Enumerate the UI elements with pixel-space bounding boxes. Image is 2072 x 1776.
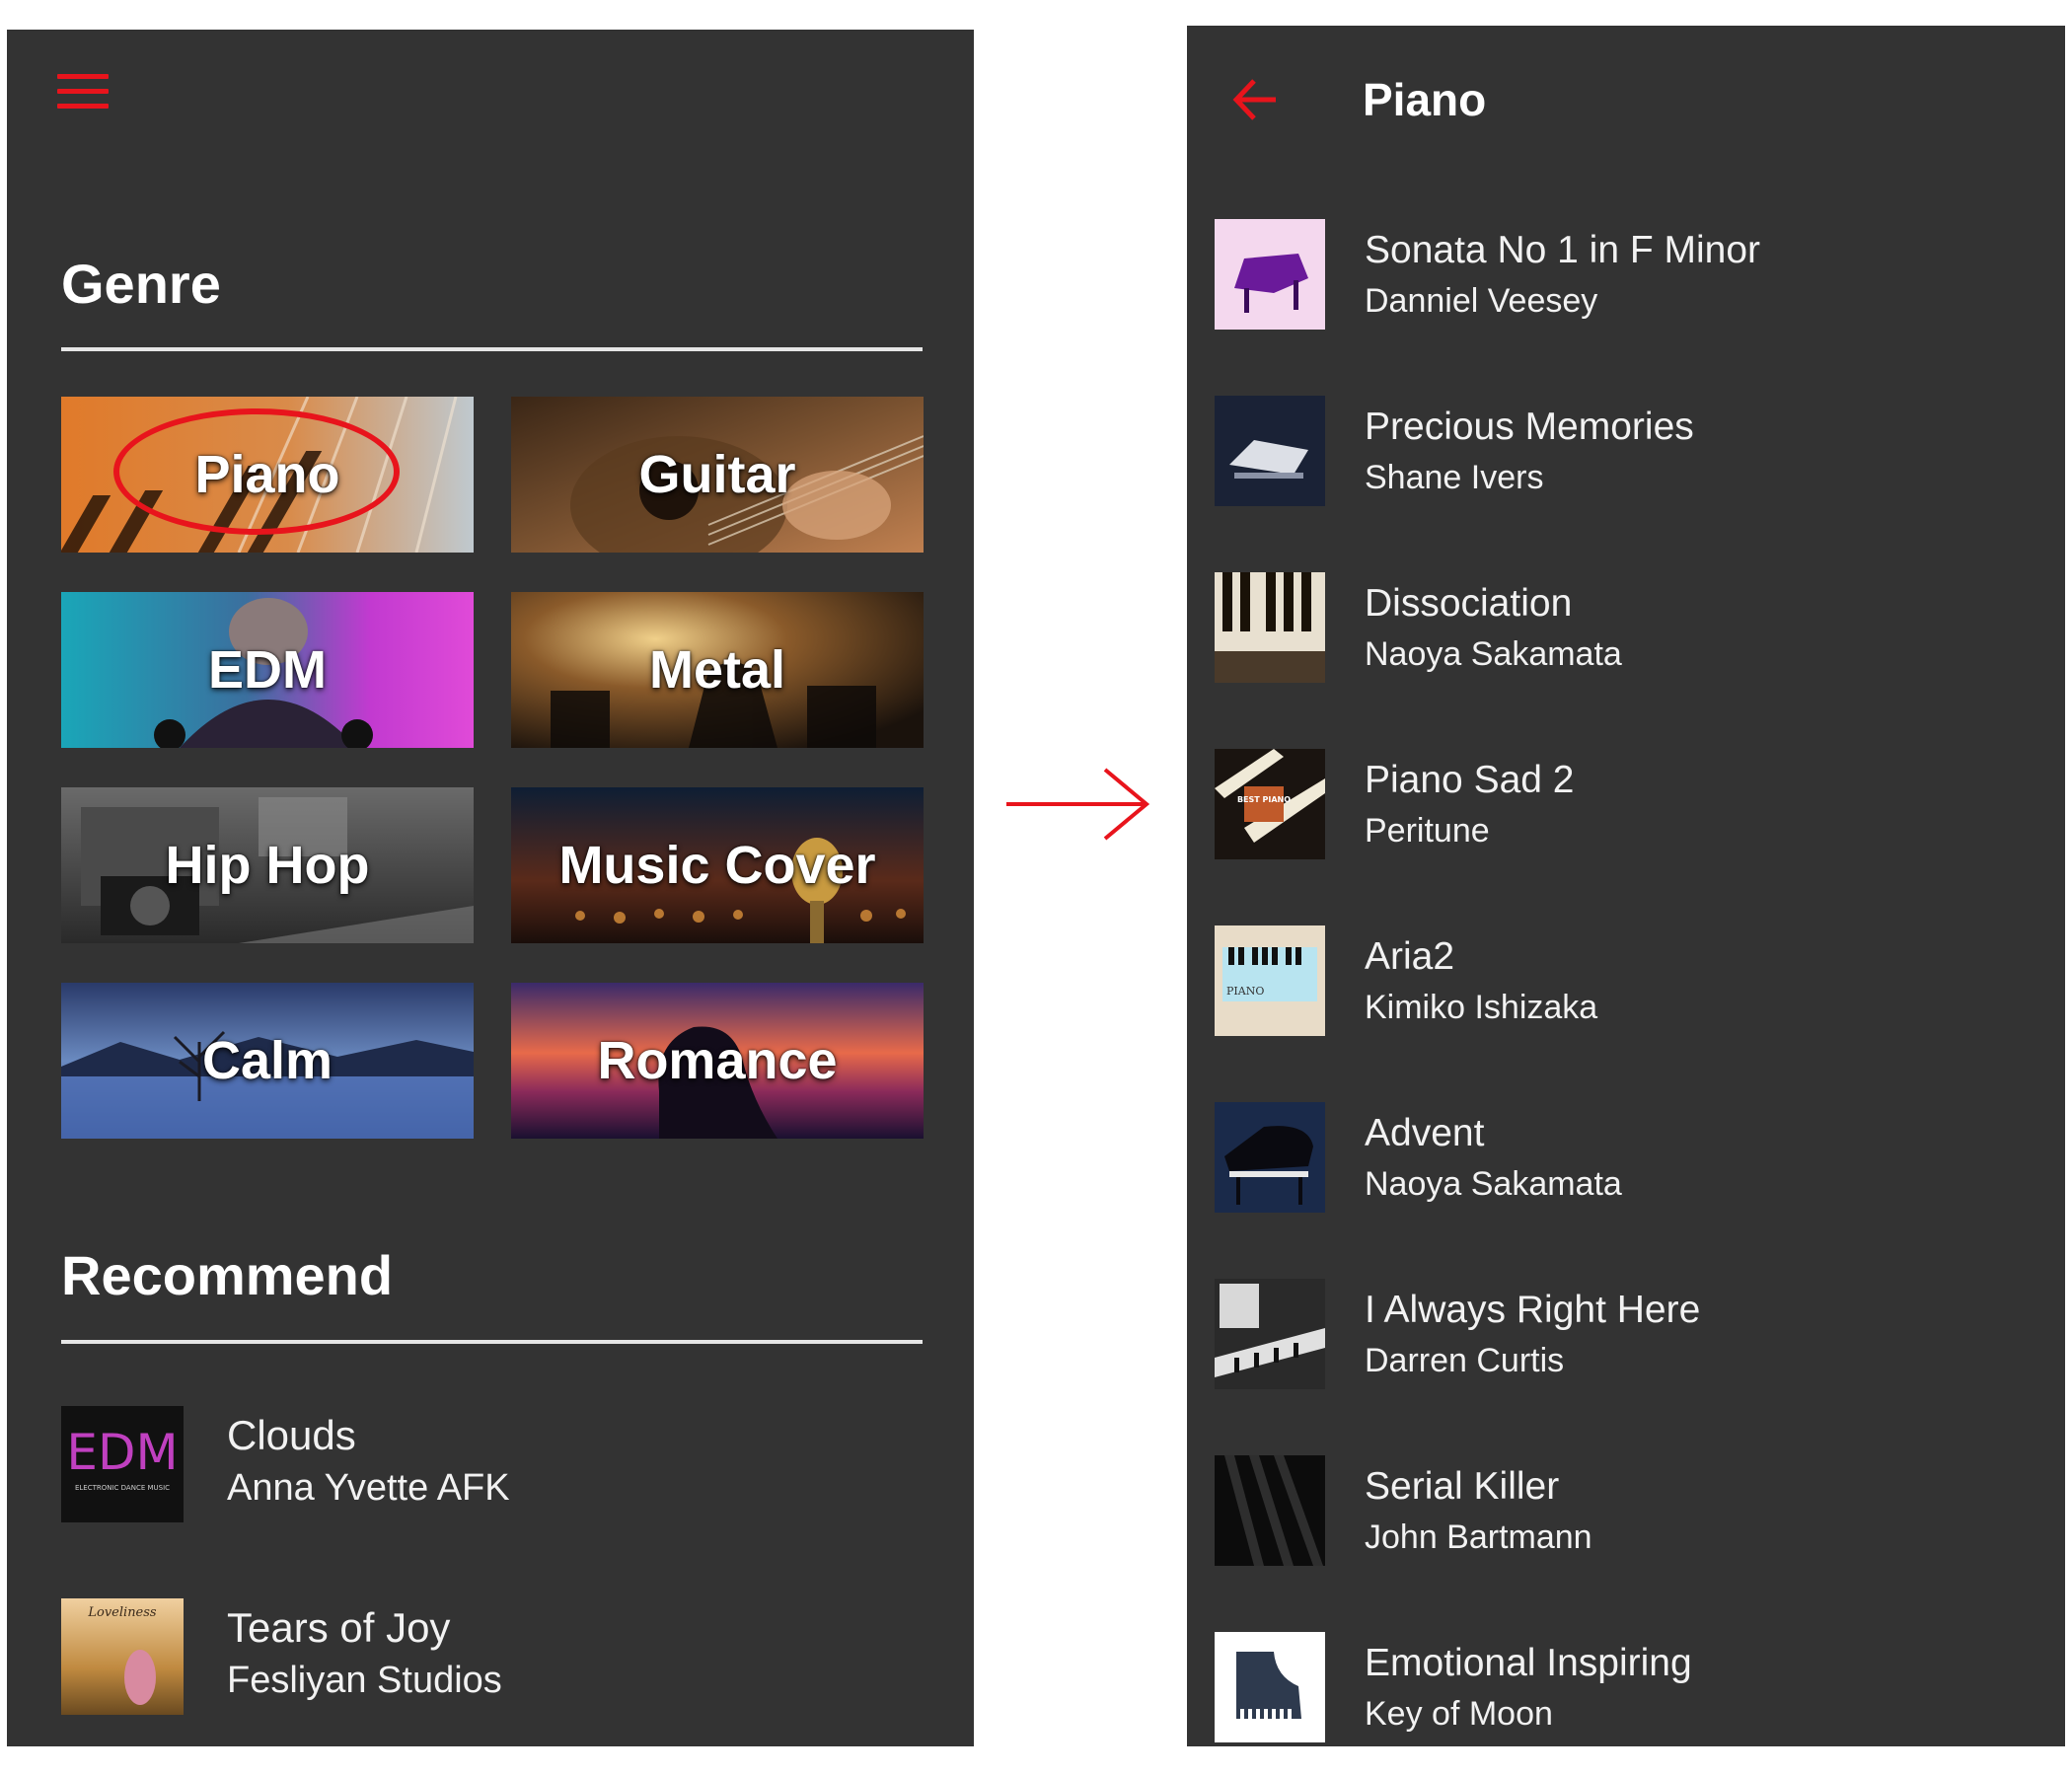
track-title: Serial Killer <box>1365 1465 1560 1508</box>
track-title: Aria2 <box>1365 935 1455 978</box>
genre-label: Guitar <box>638 445 796 504</box>
album-cover <box>1215 1455 1325 1566</box>
track-row[interactable]: PIANO Aria2 Kimiko Ishizaka <box>1215 925 2043 1039</box>
recommend-item[interactable]: Loveliness Tears of Joy Fesliyan Studios <box>61 1598 929 1717</box>
page-title: Piano <box>1363 74 1487 125</box>
back-arrow-icon[interactable] <box>1230 75 1280 124</box>
track-title: Piano Sad 2 <box>1365 759 1575 801</box>
cover-text: BEST PIANO <box>1237 795 1291 804</box>
recommend-heading: Recommend <box>61 1244 394 1306</box>
track-row[interactable]: Sonata No 1 in F Minor Danniel Veesey <box>1215 219 2043 333</box>
album-cover <box>1215 396 1325 506</box>
track-title: Clouds <box>227 1412 356 1458</box>
genre-screen: Genre Piano Guitar EDM Metal Hip Hop Mus… <box>7 30 974 1746</box>
genre-divider <box>61 347 923 351</box>
track-artist: Key of Moon <box>1365 1695 1553 1733</box>
track-title: Tears of Joy <box>227 1604 451 1651</box>
track-row[interactable]: Serial Killer John Bartmann <box>1215 1455 2043 1569</box>
hamburger-menu-icon[interactable] <box>57 74 109 111</box>
cover-subtext: ELECTRONIC DANCE MUSIC <box>75 1484 170 1492</box>
piano-screen: Piano Sonata No 1 in F Minor Danniel Vee… <box>1187 26 2065 1746</box>
track-artist: Naoya Sakamata <box>1365 635 1622 673</box>
cover-text: EDM <box>66 1424 178 1481</box>
genre-tile-romance[interactable]: Romance <box>511 983 924 1139</box>
genre-label: Calm <box>201 1031 333 1090</box>
track-artist: John Bartmann <box>1365 1518 1592 1556</box>
genre-tile-hip-hop[interactable]: Hip Hop <box>61 787 474 943</box>
highlight-circle <box>113 408 400 535</box>
genre-label: Romance <box>597 1031 838 1090</box>
album-cover <box>1215 1632 1325 1742</box>
genre-tile-edm[interactable]: EDM <box>61 592 474 748</box>
track-title: I Always Right Here <box>1365 1289 1701 1331</box>
cover-text: PIANO <box>1226 985 1264 998</box>
cover-text: Loveliness <box>87 1605 157 1620</box>
genre-tile-metal[interactable]: Metal <box>511 592 924 748</box>
album-cover: Loveliness <box>61 1598 184 1715</box>
album-cover <box>1215 219 1325 330</box>
transition-arrow-icon <box>1006 768 1150 841</box>
album-cover: PIANO <box>1215 925 1325 1036</box>
track-row[interactable]: Advent Naoya Sakamata <box>1215 1102 2043 1216</box>
genre-tile-calm[interactable]: Calm <box>61 983 474 1139</box>
track-artist: Fesliyan Studios <box>227 1660 502 1701</box>
genre-heading: Genre <box>61 253 221 315</box>
track-row[interactable]: Precious Memories Shane Ivers <box>1215 396 2043 509</box>
track-row[interactable]: BEST PIANO Piano Sad 2 Peritune <box>1215 749 2043 862</box>
track-artist: Peritune <box>1365 812 1490 850</box>
track-title: Dissociation <box>1365 582 1573 625</box>
track-artist: Kimiko Ishizaka <box>1365 989 1598 1026</box>
album-cover <box>1215 1279 1325 1389</box>
genre-tile-piano[interactable]: Piano <box>61 397 474 553</box>
album-cover: EDM ELECTRONIC DANCE MUSIC <box>61 1406 184 1522</box>
album-cover <box>1215 572 1325 683</box>
recommend-item[interactable]: EDM ELECTRONIC DANCE MUSIC Clouds Anna Y… <box>61 1406 929 1524</box>
track-artist: Danniel Veesey <box>1365 282 1598 320</box>
track-title: Sonata No 1 in F Minor <box>1365 229 1761 271</box>
genre-label: Music Cover <box>558 836 876 895</box>
genre-label: Metal <box>648 640 786 700</box>
track-artist: Darren Curtis <box>1365 1342 1565 1379</box>
track-title: Precious Memories <box>1365 406 1694 448</box>
genre-label: EDM <box>208 640 327 700</box>
track-title: Advent <box>1365 1112 1485 1154</box>
track-title: Emotional Inspiring <box>1365 1642 1692 1684</box>
track-row[interactable]: I Always Right Here Darren Curtis <box>1215 1279 2043 1392</box>
track-row[interactable]: Dissociation Naoya Sakamata <box>1215 572 2043 686</box>
album-cover <box>1215 1102 1325 1213</box>
track-row[interactable]: Emotional Inspiring Key of Moon <box>1215 1632 2043 1745</box>
genre-tile-guitar[interactable]: Guitar <box>511 397 924 553</box>
track-artist: Shane Ivers <box>1365 459 1544 496</box>
genre-label: Hip Hop <box>165 836 370 895</box>
track-artist: Anna Yvette AFK <box>227 1467 510 1509</box>
track-artist: Naoya Sakamata <box>1365 1165 1622 1203</box>
album-cover: BEST PIANO <box>1215 749 1325 859</box>
recommend-divider <box>61 1340 923 1344</box>
genre-tile-music-cover[interactable]: Music Cover <box>511 787 924 943</box>
